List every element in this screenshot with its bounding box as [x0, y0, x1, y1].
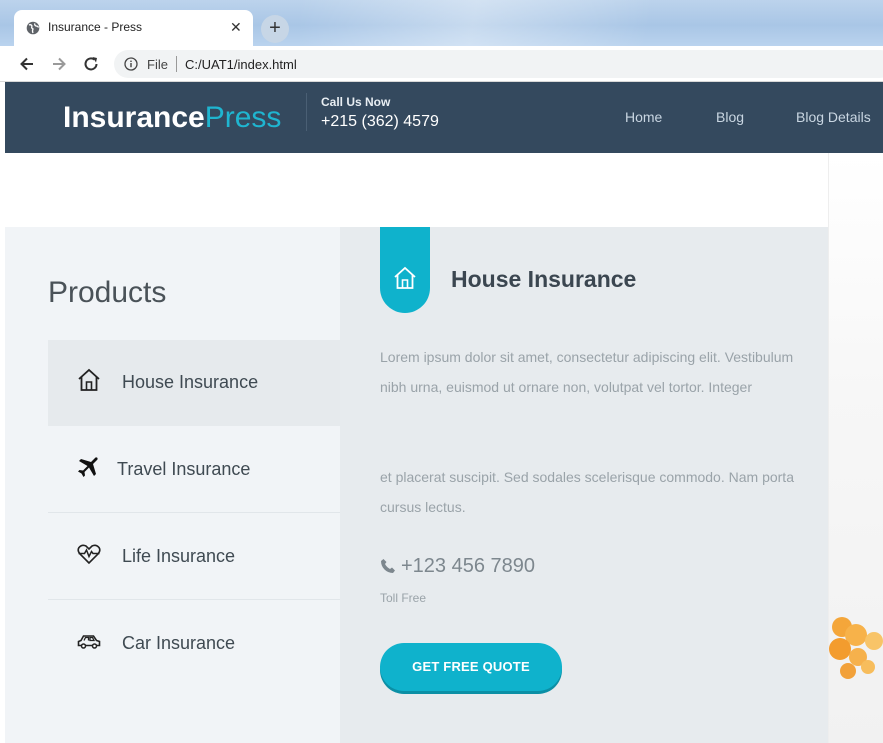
plus-icon: +	[269, 17, 281, 39]
flowers-image	[829, 617, 883, 679]
products-sidebar: Products House Insurance Travel Insuranc…	[5, 227, 340, 743]
button-label: GET FREE QUOTE	[412, 659, 530, 674]
product-title: House Insurance	[451, 266, 637, 292]
site-header: InsurancePress Call Us Now +215 (362) 45…	[5, 82, 883, 153]
site-logo[interactable]: InsurancePress	[63, 100, 281, 136]
sidebar-item-label: House Insurance	[122, 372, 259, 392]
products-heading: Products	[48, 276, 167, 309]
toll-free-label: Toll Free	[380, 591, 427, 605]
back-arrow-icon[interactable]	[17, 54, 37, 74]
phone-icon	[381, 559, 395, 573]
call-us-label: Call Us Now	[321, 95, 391, 109]
forward-arrow-icon[interactable]	[49, 54, 69, 74]
sidebar-item-life-insurance[interactable]: Life Insurance	[48, 514, 340, 600]
nav-link-blog-details[interactable]: Blog Details	[796, 109, 871, 125]
browser-tab-strip: Insurance - Press ✕ +	[0, 0, 883, 46]
product-description-1: Lorem ipsum dolor sit amet, consectetur …	[380, 349, 794, 395]
house-icon	[78, 368, 100, 391]
phone-number: +123 456 7890	[401, 555, 536, 577]
info-icon[interactable]	[124, 57, 138, 71]
get-free-quote-button[interactable]: GET FREE QUOTE	[380, 643, 562, 691]
product-icon-badge	[380, 227, 430, 313]
sidebar-item-label: Life Insurance	[122, 546, 236, 566]
sidebar-item-travel-insurance[interactable]: Travel Insurance	[48, 427, 340, 513]
nav-link-home[interactable]: Home	[625, 109, 662, 125]
product-detail-panel: House Insurance Lorem ipsum dolor sit am…	[340, 227, 828, 743]
browser-tab-title: Insurance - Press	[48, 20, 143, 34]
logo-text-primary: Insurance	[63, 101, 205, 134]
sidebar-item-car-insurance[interactable]: Car Insurance	[48, 601, 340, 687]
close-icon[interactable]: ✕	[230, 19, 242, 35]
sidebar-item-house-insurance[interactable]: House Insurance	[48, 340, 340, 426]
reload-icon[interactable]	[81, 54, 101, 74]
logo-text-secondary: Press	[204, 101, 282, 134]
sidebar-item-label: Travel Insurance	[117, 459, 251, 479]
address-url[interactable]: C:/UAT1/index.html	[185, 57, 297, 72]
house-icon	[394, 266, 416, 289]
omnibox[interactable]: File C:/UAT1/index.html	[114, 50, 883, 78]
page-viewport: InsurancePress Call Us Now +215 (362) 45…	[5, 82, 883, 743]
heartbeat-icon	[77, 544, 101, 565]
call-us-phone[interactable]: +215 (362) 4579	[321, 113, 439, 131]
browser-tab[interactable]: Insurance - Press ✕	[14, 10, 253, 46]
address-divider	[176, 56, 177, 72]
hero-spacer	[5, 153, 828, 227]
address-scheme-label: File	[147, 57, 168, 72]
address-toolbar: File C:/UAT1/index.html	[0, 46, 883, 82]
product-description-2: et placerat suscipit. Sed sodales sceler…	[380, 469, 794, 515]
airplane-icon	[78, 457, 98, 477]
car-icon	[77, 635, 101, 649]
globe-icon	[26, 21, 40, 35]
new-tab-button[interactable]: +	[261, 15, 289, 43]
header-divider	[306, 93, 307, 131]
nav-link-blog[interactable]: Blog	[716, 109, 744, 125]
sidebar-item-label: Car Insurance	[122, 633, 236, 653]
